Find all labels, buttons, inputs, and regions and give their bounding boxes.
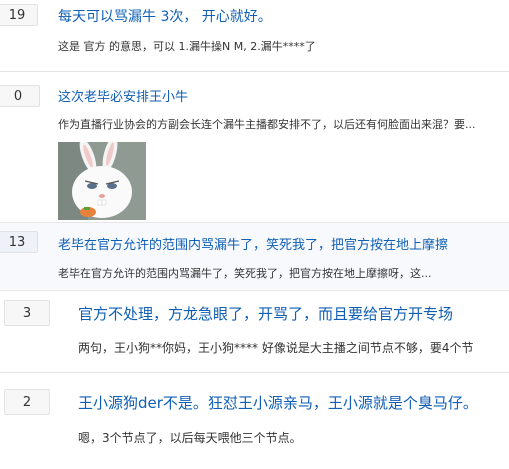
post-title[interactable]: 王小源狗der不是。狂怼王小源亲马，王小源就是个臭马仔。 [78, 392, 478, 413]
post-title[interactable]: 老毕在官方允许的范围内骂漏牛了，笑死我了，把官方按在地上摩擦 [58, 234, 448, 253]
post-excerpt: 两句，王小狗**你妈，王小狗**** 好像说是大主播之间节点不够，要4个节 [78, 341, 474, 355]
reply-count: 19 [0, 4, 38, 26]
post-item: 13 老毕在官方允许的范围内骂漏牛了，笑死我了，把官方按在地上摩擦 老毕在官方允… [0, 223, 509, 289]
post-excerpt: 作为直播行业协会的方副会长连个漏牛主播都安排不了，以后还有何脸面出来混？要... [58, 118, 476, 131]
post-excerpt: 这是 官方 的意思，可以 1.漏牛操N M, 2.漏牛****了 [58, 40, 316, 53]
post-item: 3 官方不处理，方龙急眼了，开骂了，而且要给官方开专场 两句，王小狗**你妈，王… [0, 291, 509, 371]
post-item: 19 每天可以骂漏牛 3次， 开心就好。 这是 官方 的意思，可以 1.漏牛操N… [0, 0, 509, 70]
bunny-image [58, 142, 146, 220]
post-excerpt: 老毕在官方允许的范围内骂漏牛了，笑死我了，把官方按在地上摩擦呀，这... [58, 267, 432, 280]
reply-count: 3 [4, 300, 50, 326]
post-item: 0 这次老毕必安排王小牛 作为直播行业协会的方副会长连个漏牛主播都安排不了，以后… [0, 72, 509, 222]
post-excerpt: 嗯，3个节点了，以后每天喂他三个节点。 [78, 431, 302, 445]
reply-count: 2 [4, 389, 50, 415]
reply-count: 0 [0, 85, 40, 107]
post-item: 2 王小源狗der不是。狂怼王小源亲马，王小源就是个臭马仔。 嗯，3个节点了，以… [0, 373, 509, 469]
post-title[interactable]: 官方不处理，方龙急眼了，开骂了，而且要给官方开专场 [78, 303, 453, 324]
post-thumbnail-image[interactable] [58, 142, 146, 220]
post-title[interactable]: 这次老毕必安排王小牛 [58, 86, 188, 105]
reply-count: 13 [0, 231, 38, 253]
post-title[interactable]: 每天可以骂漏牛 3次， 开心就好。 [58, 6, 272, 26]
